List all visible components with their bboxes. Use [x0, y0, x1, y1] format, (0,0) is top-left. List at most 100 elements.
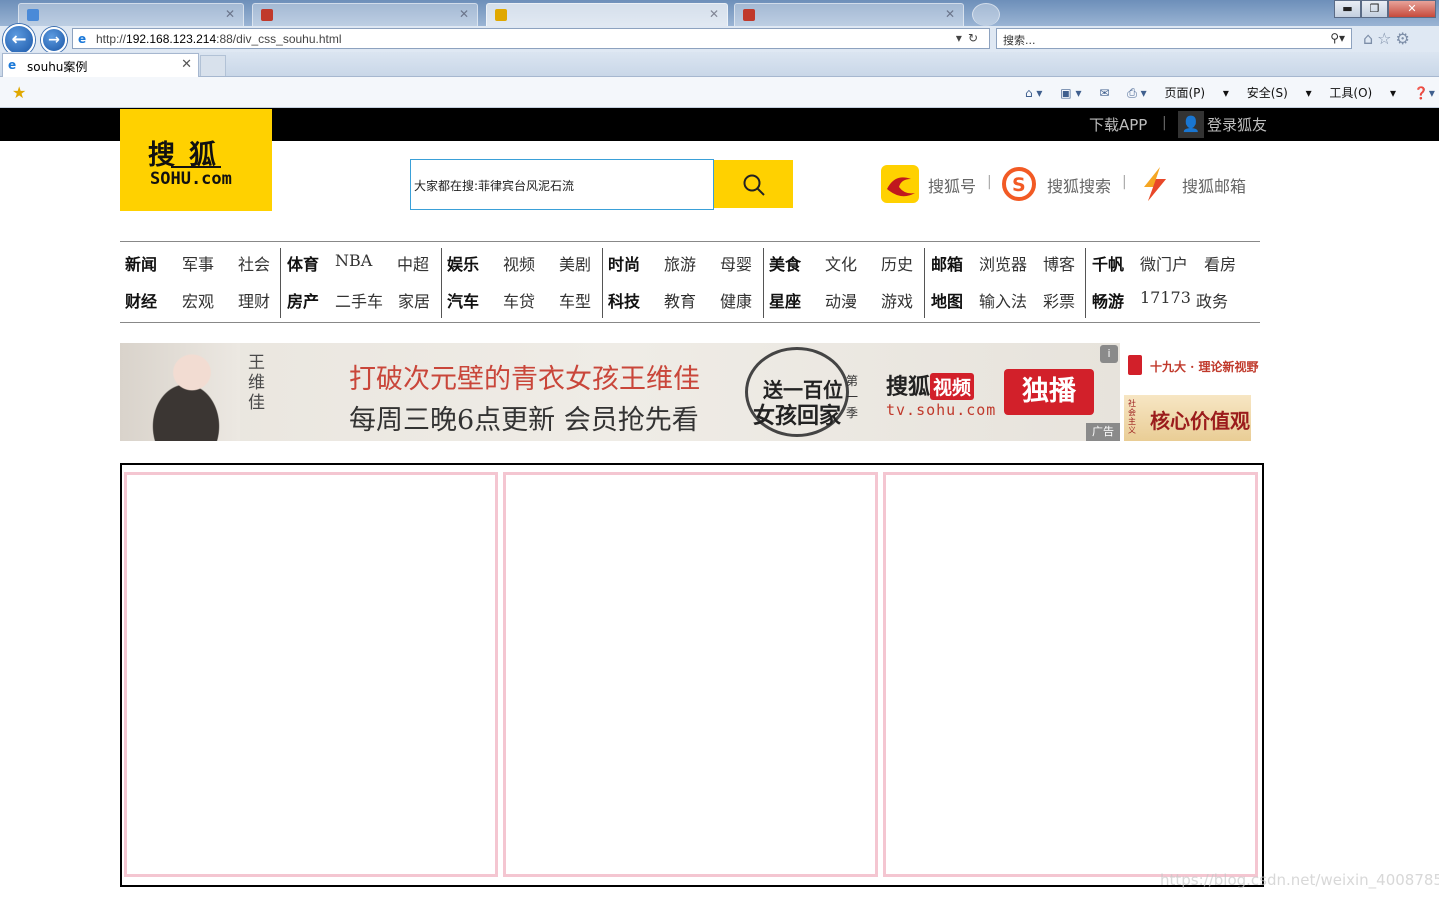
rss-feed-icon[interactable]: ▣ ▾ [1060, 86, 1081, 100]
background-tab-4[interactable]: ✕ [734, 3, 964, 26]
nav-link[interactable]: 教育 [664, 288, 696, 312]
nav-link[interactable]: 新闻 [125, 251, 157, 275]
page-menu[interactable]: 页面(P) ▾ [1164, 86, 1228, 100]
nav-link[interactable]: 历史 [881, 251, 913, 275]
site-search-button[interactable] [714, 160, 793, 208]
nav-link[interactable]: 看房 [1204, 251, 1236, 275]
background-tab-3[interactable]: ✕ [486, 3, 728, 26]
mail-icon[interactable]: ✉ [1099, 86, 1109, 100]
tab-favicon-icon [495, 9, 507, 21]
nav-link[interactable]: NBA [335, 251, 372, 270]
nav-link[interactable]: 输入法 [979, 288, 1027, 312]
nav-link[interactable]: 财经 [125, 288, 157, 312]
home-favorites-settings-icons[interactable]: ⌂☆⚙ [1363, 29, 1414, 48]
search-magnifier-icon[interactable]: ⚲▾ [1330, 31, 1345, 45]
browser-search-input[interactable]: 搜索... ⚲▾ [996, 28, 1352, 49]
nav-link[interactable]: 邮箱 [931, 251, 963, 275]
nav-link[interactable]: 汽车 [447, 288, 479, 312]
tab-bar: e souhu案例 ✕ [0, 52, 1439, 77]
side-ad-top: 十九大 · 理论新视野 [1124, 353, 1259, 379]
nav-link[interactable]: 二手车 [335, 288, 383, 312]
forward-button[interactable]: → [41, 27, 67, 53]
nav-link[interactable]: 房产 [287, 288, 319, 312]
nav-link[interactable]: 浏览器 [979, 251, 1027, 275]
service-sogou-search[interactable]: S 搜狐搜索 [1001, 165, 1116, 205]
side-ad-slogan: 核心价值观 [1150, 409, 1250, 433]
nav-link[interactable]: 社会 [238, 251, 270, 275]
nav-link[interactable]: 健康 [720, 288, 752, 312]
login-link[interactable]: 登录狐友 [1207, 114, 1267, 135]
nav-link[interactable]: 时尚 [608, 251, 640, 275]
tab-close-icon[interactable]: ✕ [945, 7, 955, 21]
nav-link[interactable]: 车型 [559, 288, 591, 312]
site-search-input[interactable]: 大家都在搜:菲律宾台风泥石流 [410, 159, 714, 210]
nav-link[interactable]: 美食 [769, 251, 801, 275]
nav-link[interactable]: 地图 [931, 288, 963, 312]
logo-underline [171, 166, 221, 168]
tab-close-icon[interactable]: ✕ [709, 7, 719, 21]
help-icon[interactable]: ❓▾ [1414, 86, 1435, 100]
new-tab-button[interactable] [200, 55, 226, 76]
nav-link[interactable]: 军事 [182, 251, 214, 275]
tab-favicon-icon [27, 9, 39, 21]
banner-portrait-image [120, 343, 240, 441]
sohu-logo[interactable]: 搜狐 SOHU.com [120, 109, 272, 211]
nav-link[interactable]: 美剧 [559, 251, 591, 275]
nav-link[interactable]: 娱乐 [447, 251, 479, 275]
background-tab-1[interactable]: ✕ [18, 3, 244, 26]
tab-close-icon[interactable]: ✕ [225, 7, 235, 21]
nav-link[interactable]: 游戏 [881, 288, 913, 312]
nav-link[interactable]: 千帆 [1092, 251, 1124, 275]
maximize-button[interactable]: ❐ [1361, 0, 1388, 18]
nav-link[interactable]: 母婴 [720, 251, 752, 275]
nav-link[interactable]: 17173 [1140, 288, 1191, 307]
service-sohu-hao[interactable]: 搜狐号 [881, 165, 981, 205]
nav-link[interactable]: 政务 [1196, 288, 1228, 312]
video-ad-banner[interactable]: 王维佳 打破次元壁的青衣女孩王维佳 每周三晚6点更新 会员抢先看 送一百位 女孩… [120, 343, 1120, 441]
user-icon[interactable]: 👤 [1178, 111, 1204, 138]
safety-menu[interactable]: 安全(S) ▾ [1247, 86, 1312, 100]
home-icon[interactable]: ⌂ ▾ [1025, 86, 1042, 100]
nav-link[interactable]: 微门户 [1140, 251, 1188, 275]
nav-link[interactable]: 理财 [238, 288, 270, 312]
nav-group-mail: 邮箱 浏览器 博客 地图 输入法 彩票 [924, 248, 1085, 318]
nav-link[interactable]: 畅游 [1092, 288, 1124, 312]
nav-link[interactable]: 博客 [1043, 251, 1075, 275]
nav-link[interactable]: 旅游 [664, 251, 696, 275]
print-icon[interactable]: ⎙ ▾ [1127, 86, 1146, 100]
nav-link[interactable]: 中超 [397, 251, 429, 275]
close-window-button[interactable]: ✕ [1388, 0, 1436, 18]
nav-link[interactable]: 家居 [398, 288, 430, 312]
nav-link[interactable]: 体育 [287, 251, 319, 275]
service-separator: | [1122, 174, 1127, 190]
favorites-star-icon[interactable]: ★ [12, 83, 26, 102]
sohu-mail-icon [1136, 165, 1174, 203]
nav-link[interactable]: 彩票 [1043, 288, 1075, 312]
nav-group-qianfan: 千帆 微门户 看房 畅游 17173 政务 [1085, 248, 1260, 318]
new-tab-button[interactable] [972, 3, 1000, 26]
service-sohu-mail[interactable]: 搜狐邮箱 [1136, 165, 1251, 205]
side-ad[interactable]: 十九大 · 理论新视野 社会主义 核心价值观 [1124, 343, 1259, 441]
download-app-link[interactable]: 下载APP [1089, 114, 1147, 135]
nav-link[interactable]: 星座 [769, 288, 801, 312]
tab-close-icon[interactable]: ✕ [459, 7, 469, 21]
nav-link[interactable]: 宏观 [182, 288, 214, 312]
banner-vertical-name: 王维佳 [248, 353, 265, 413]
exclusive-label: 独播 [1004, 369, 1094, 415]
tools-menu[interactable]: 工具(O) ▾ [1329, 86, 1396, 100]
nav-link[interactable]: 车贷 [503, 288, 535, 312]
service-label: 搜狐号 [928, 177, 977, 196]
address-dropdown-refresh-icon[interactable]: ▾↻ [956, 31, 984, 45]
address-url: http://192.168.123.214:88/div_css_souhu.… [96, 32, 342, 46]
banner-headline: 打破次元壁的青衣女孩王维佳 [349, 364, 700, 395]
ad-info-icon[interactable]: i [1100, 345, 1118, 363]
background-tab-2[interactable]: ✕ [252, 3, 478, 26]
nav-link[interactable]: 文化 [825, 251, 857, 275]
nav-link[interactable]: 视频 [503, 251, 535, 275]
nav-link[interactable]: 科技 [608, 288, 640, 312]
minimize-button[interactable]: ▬ [1334, 0, 1361, 18]
address-input[interactable]: e http://192.168.123.214:88/div_css_souh… [72, 28, 990, 49]
active-tab[interactable]: e souhu案例 ✕ [2, 53, 199, 77]
nav-link[interactable]: 动漫 [825, 288, 857, 312]
tab-close-icon[interactable]: ✕ [181, 57, 192, 72]
